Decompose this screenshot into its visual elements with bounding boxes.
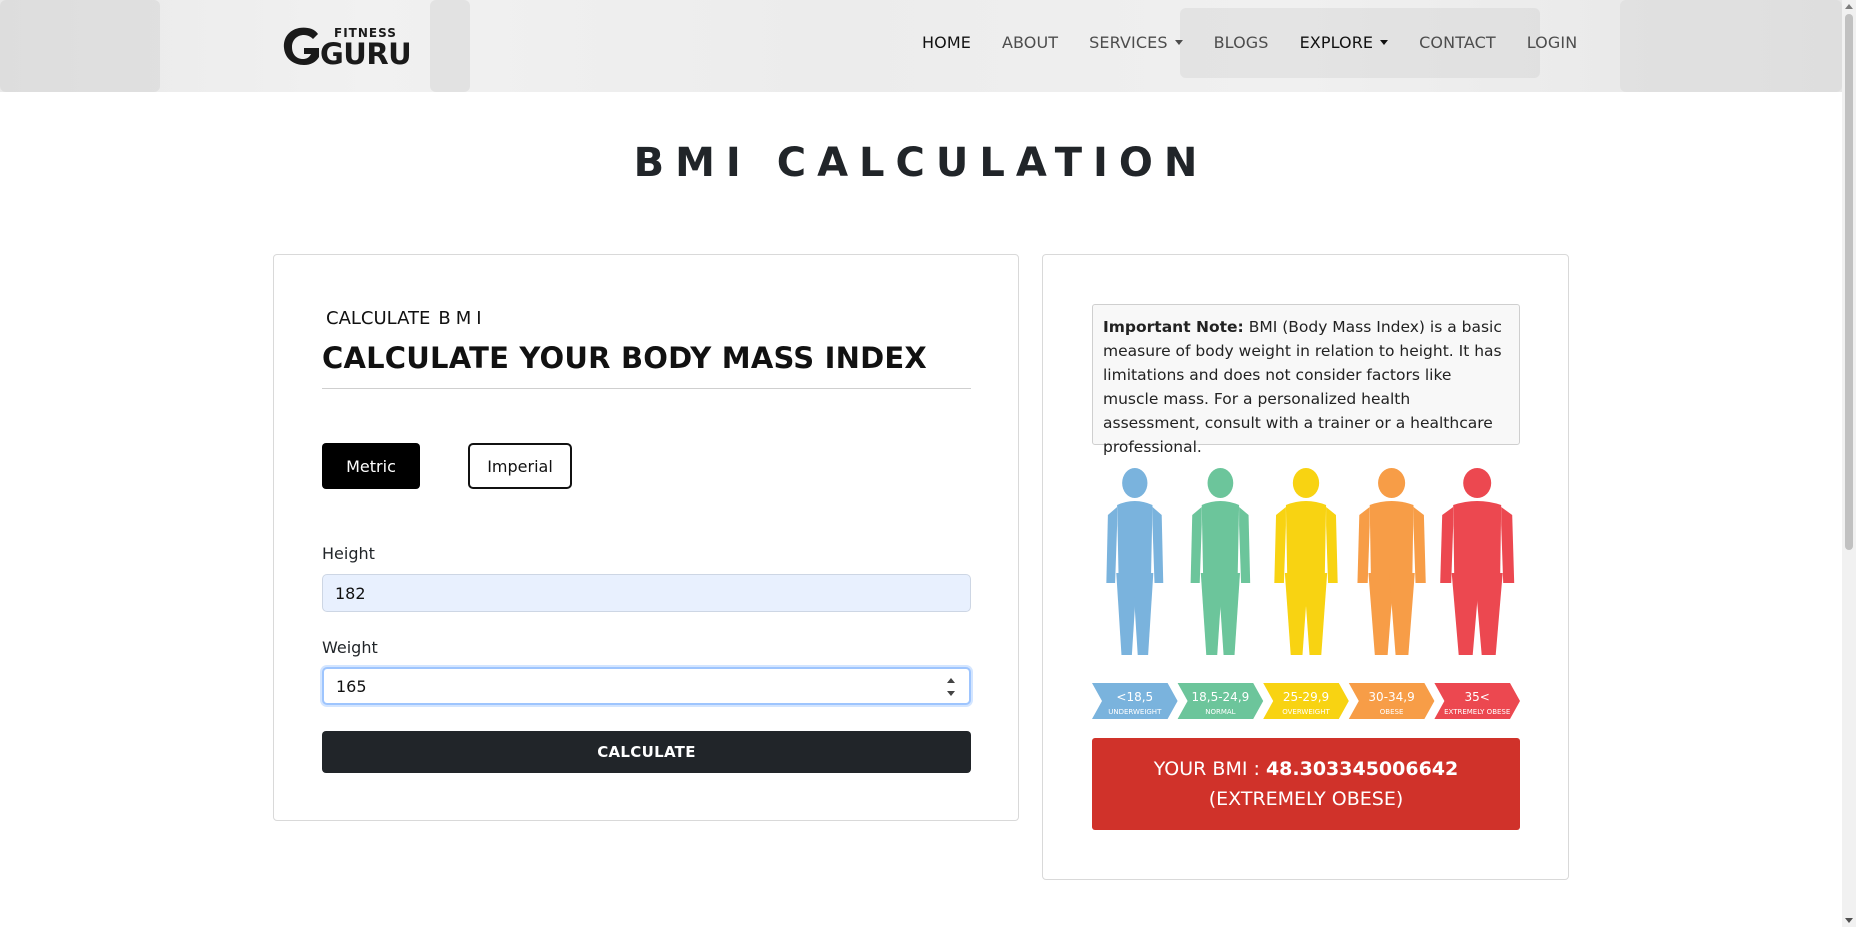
body-silhouette-normal [1190,468,1251,655]
category-range-label: <18,5 [1116,690,1153,704]
category-name-label: OVERWEIGHT [1282,708,1330,716]
height-label: Height [322,544,375,563]
card-subheading: CALCULATE BMI [326,308,487,329]
nav-blogs-label: BLOGS [1213,33,1269,52]
card-title: CALCULATE YOUR BODY MASS INDEX [322,341,927,375]
category-name-label: UNDERWEIGHT [1108,708,1162,716]
body-silhouette-extremely-obese [1440,468,1515,655]
result-line-1: YOUR BMI : 48.303345006642 [1092,754,1520,784]
caret-down-icon [1380,40,1389,45]
page: FITNESS GURU HOME ABOUT SERVICES BLOGS E… [0,0,1856,927]
result-prefix: YOUR BMI : [1153,758,1260,780]
nav-explore-label: EXPLORE [1299,33,1374,52]
weight-value: 165 [336,676,367,696]
weight-input[interactable]: 165 [322,667,971,705]
nav-about-label: ABOUT [1001,33,1059,52]
nav-login-label: LOGIN [1526,33,1578,52]
body-silhouette-overweight [1274,468,1338,655]
nav-contact-label: CONTACT [1419,33,1496,52]
bmi-result-box: YOUR BMI : 48.303345006642 (EXTREMELY OB… [1092,738,1520,830]
divider [322,388,971,389]
logo-graphic: FITNESS GURU [283,26,412,70]
category-name-label: EXTREMELY OBESE [1444,708,1510,716]
note-text: BMI (Body Mass Index) is a basic measure… [1103,318,1502,456]
height-input[interactable]: 182 [322,574,971,612]
imperial-unit-button[interactable]: Imperial [468,443,572,489]
category-range-label: 25-29,9 [1283,690,1329,704]
subheading-prefix: CALCULATE [326,308,431,329]
result-category: (EXTREMELY OBESE) [1208,788,1404,810]
category-name-label: OBESE [1380,708,1404,716]
subheading-bmi: BMI [438,308,487,329]
bmi-calculator-card: CALCULATE BMI CALCULATE YOUR BODY MASS IN… [273,254,1019,821]
number-stepper[interactable] [945,676,957,698]
page-title: BMI CALCULATION [633,140,1209,186]
site-header: FITNESS GURU HOME ABOUT SERVICES BLOGS E… [0,0,1842,92]
category-range-label: 35< [1465,690,1490,704]
stepper-up-icon[interactable] [947,678,955,683]
body-silhouette-underweight [1106,468,1164,655]
bmi-info-card: Important Note: BMI (Body Mass Index) is… [1042,254,1569,880]
nav-services[interactable]: SERVICES [1089,33,1183,52]
nav-contact[interactable]: CONTACT [1419,33,1496,52]
nav-explore[interactable]: EXPLORE [1300,33,1389,52]
category-range-label: 18,5-24,9 [1192,690,1250,704]
nav-blogs[interactable]: BLOGS [1214,33,1269,52]
scroll-up-arrow-icon[interactable] [1845,4,1853,9]
nav-services-label: SERVICES [1089,33,1168,52]
result-value: 48.303345006642 [1265,758,1459,780]
nav-about[interactable]: ABOUT [1002,33,1058,52]
weight-label: Weight [322,638,378,657]
nav-login[interactable]: LOGIN [1527,33,1578,52]
site-logo[interactable]: FITNESS GURU [280,22,420,70]
category-name-label: NORMAL [1205,708,1235,716]
page-scrollbar[interactable] [1842,0,1856,927]
height-value: 182 [335,583,366,603]
scroll-down-arrow-icon[interactable] [1845,918,1853,923]
svg-text:GURU: GURU [320,37,411,70]
nav-home-label: HOME [922,33,971,52]
important-note: Important Note: BMI (Body Mass Index) is… [1092,304,1520,456]
nav-home[interactable]: HOME [922,33,971,52]
category-range-label: 30-34,9 [1368,690,1414,704]
metric-unit-button[interactable]: Metric [322,443,420,489]
stepper-down-icon[interactable] [947,691,955,696]
caret-down-icon [1174,40,1183,45]
body-silhouette-obese [1357,468,1426,655]
calculate-button[interactable]: CALCULATE [322,731,971,773]
scroll-thumb[interactable] [1845,14,1853,550]
note-label: Important Note: [1103,318,1244,336]
bmi-category-chart: <18,5 UNDERWEIGHT 18,5-24,9 NORMAL 25-29,9 OV… [1092,468,1520,719]
main-nav: HOME ABOUT SERVICES BLOGS EXPLORE CONTAC… [922,33,1608,52]
